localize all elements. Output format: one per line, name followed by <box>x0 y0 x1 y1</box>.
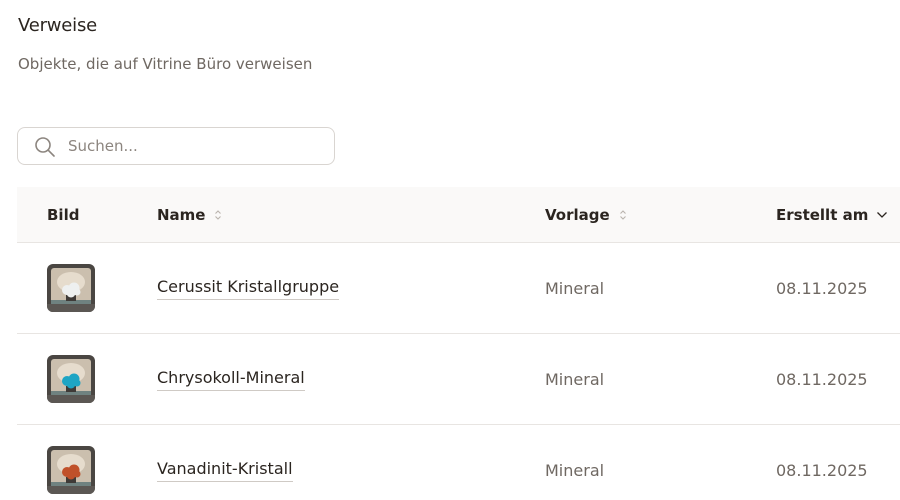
sort-icon <box>215 209 222 220</box>
column-header-template[interactable]: Vorlage <box>545 187 628 242</box>
object-name-link[interactable]: Chrysokoll-Mineral <box>157 368 305 391</box>
template-label: Mineral <box>545 461 605 480</box>
mineral-thumbnail <box>47 446 95 494</box>
mineral-thumbnail <box>47 355 95 403</box>
mineral-thumbnail <box>47 264 95 312</box>
search-box[interactable] <box>17 127 335 165</box>
references-panel: Verweise Objekte, die auf Vitrine Büro v… <box>0 0 900 500</box>
column-header-name[interactable]: Name <box>157 187 223 242</box>
chevron-down-icon <box>877 211 888 218</box>
created-date: 08.11.2025 <box>776 279 868 298</box>
column-header-image: Bild <box>47 187 79 242</box>
template-label: Mineral <box>545 279 605 298</box>
template-label: Mineral <box>545 370 605 389</box>
search-icon <box>35 137 55 157</box>
created-date: 08.11.2025 <box>776 461 868 480</box>
search-input[interactable] <box>68 128 328 164</box>
column-label: Erstellt am <box>776 205 869 224</box>
created-date: 08.11.2025 <box>776 370 868 389</box>
column-label: Vorlage <box>545 205 610 224</box>
section-subtitle: Objekte, die auf Vitrine Büro verweisen <box>18 55 313 73</box>
section-title: Verweise <box>18 15 98 36</box>
object-name-link[interactable]: Vanadinit-Kristall <box>157 459 293 482</box>
column-label: Bild <box>47 205 80 224</box>
references-table: Bild Name Vorlage Erstellt am Cerussit K… <box>17 187 900 500</box>
table-row[interactable]: Cerussit Kristallgruppe Mineral 08.11.20… <box>17 243 900 334</box>
table-header: Bild Name Vorlage Erstellt am <box>17 187 900 243</box>
sort-icon <box>619 209 626 220</box>
object-name-link[interactable]: Cerussit Kristallgruppe <box>157 277 340 300</box>
table-row[interactable]: Vanadinit-Kristall Mineral 08.11.2025 <box>17 425 900 500</box>
column-label: Name <box>157 205 206 224</box>
column-header-created[interactable]: Erstellt am <box>776 187 888 242</box>
table-row[interactable]: Chrysokoll-Mineral Mineral 08.11.2025 <box>17 334 900 425</box>
